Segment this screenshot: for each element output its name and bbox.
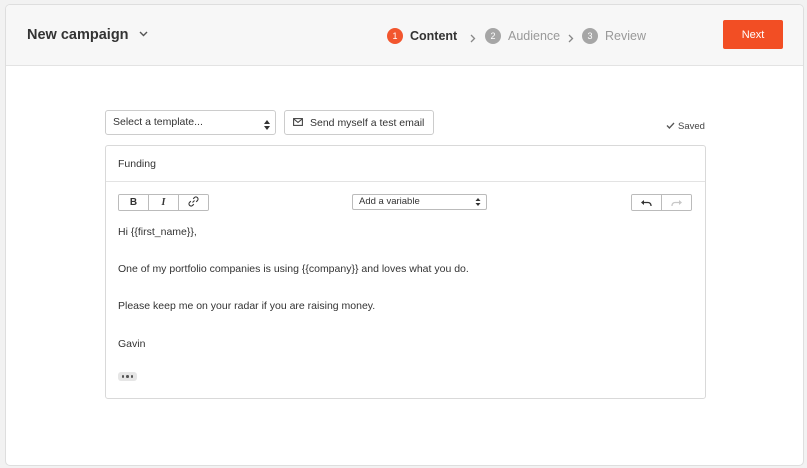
send-test-email-label: Send myself a test email [310, 116, 425, 129]
step-label: Audience [508, 29, 561, 43]
app-window: New campaign 1 Content 2 Audience 3 Revi… [5, 4, 804, 466]
email-body-line[interactable]: Gavin [118, 338, 145, 350]
saved-status: Saved [666, 121, 705, 132]
step-review[interactable]: 3 Review [582, 26, 646, 46]
chevron-right-icon [470, 30, 476, 48]
chevron-down-icon [139, 25, 148, 41]
subject-input[interactable]: Funding [106, 146, 705, 182]
italic-icon: I [161, 197, 166, 208]
template-select-value: Select a template... [113, 116, 203, 128]
add-variable-select[interactable]: Add a variable [352, 194, 487, 210]
chevron-right-icon [568, 30, 574, 48]
email-body-line[interactable]: Hi {{first_name}}, [118, 226, 197, 238]
step-label: Content [410, 29, 458, 43]
redo-icon [670, 195, 683, 210]
select-arrows-icon [264, 117, 270, 130]
step-number: 1 [387, 28, 403, 44]
saved-label: Saved [678, 121, 705, 132]
step-audience[interactable]: 2 Audience [485, 26, 560, 46]
next-button[interactable]: Next [723, 20, 783, 49]
step-label: Review [605, 29, 646, 43]
undo-button[interactable] [632, 195, 662, 210]
undo-icon [640, 195, 653, 210]
email-body-line[interactable]: Please keep me on your radar if you are … [118, 300, 375, 312]
history-toolbar [631, 194, 692, 211]
send-test-email-button[interactable]: Send myself a test email [284, 110, 434, 135]
italic-button[interactable]: I [149, 195, 179, 210]
campaign-title-dropdown[interactable]: New campaign [27, 25, 148, 43]
campaign-toolbar: Select a template... Send myself a test … [105, 110, 705, 137]
bold-button[interactable]: B [119, 195, 149, 210]
envelope-icon [293, 117, 310, 129]
ellipsis-icon[interactable] [118, 372, 137, 381]
format-toolbar: B I [118, 194, 209, 211]
add-variable-value: Add a variable [359, 196, 420, 207]
ellipsis-dot [121, 375, 125, 378]
step-number: 2 [485, 28, 501, 44]
template-select[interactable]: Select a template... [105, 110, 276, 135]
select-arrows-icon [475, 197, 481, 207]
link-icon [188, 196, 199, 210]
bold-icon: B [129, 197, 138, 208]
step-number: 3 [582, 28, 598, 44]
check-icon [666, 121, 678, 132]
ellipsis-dot [126, 375, 129, 378]
email-body-line[interactable]: One of my portfolio companies is using {… [118, 263, 469, 275]
step-content[interactable]: 1 Content [387, 26, 457, 46]
link-button[interactable] [179, 195, 208, 210]
campaign-title: New campaign [27, 27, 129, 43]
ellipsis-dot [130, 375, 134, 378]
top-bar: New campaign 1 Content 2 Audience 3 Revi… [6, 5, 803, 66]
email-editor: Funding B I Add a variable Hi {{first_na… [105, 145, 706, 399]
redo-button[interactable] [662, 195, 691, 210]
